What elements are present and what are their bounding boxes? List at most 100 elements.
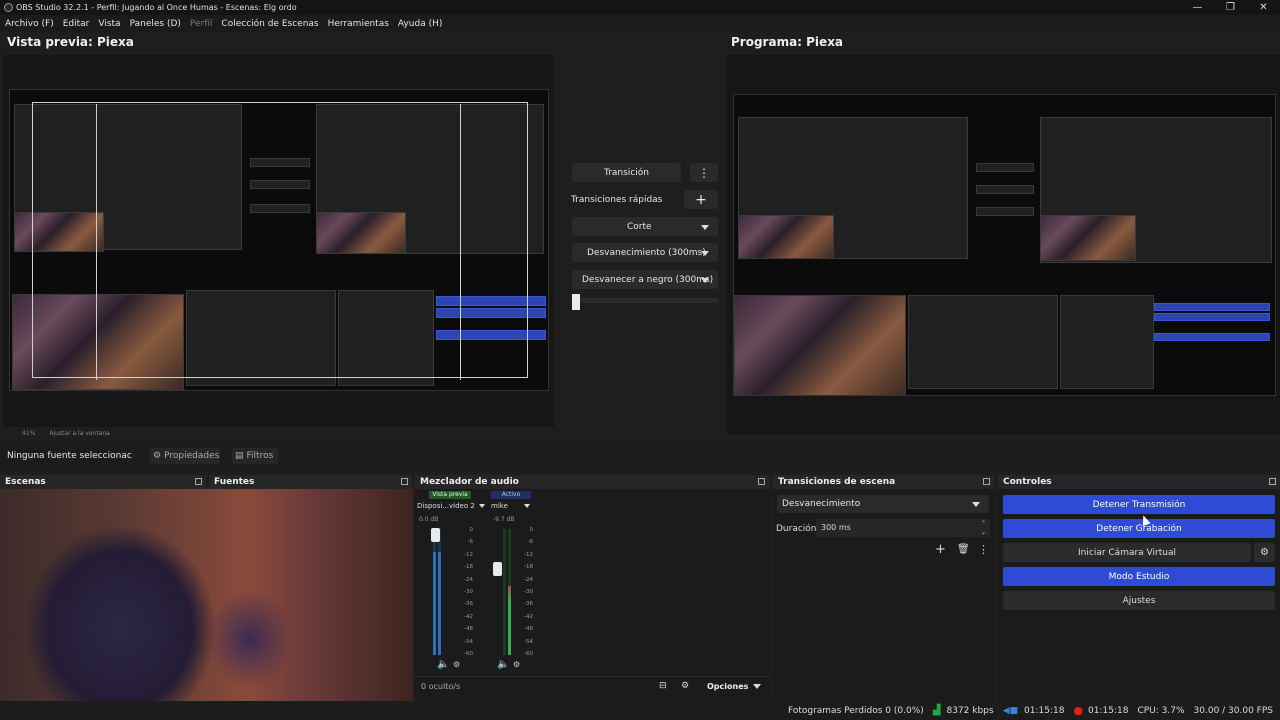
webcam-overlay [0, 489, 413, 720]
menu-paneles[interactable]: Paneles (D) [130, 19, 181, 29]
channel-settings-icon-0[interactable]: ⚙ [453, 660, 460, 669]
spin-arrows-icon[interactable]: ⌃ ⌄ [981, 519, 986, 537]
meter-scale-tick: -12 [524, 551, 533, 558]
duration-input[interactable]: 300 ms ⌃ ⌄ [816, 519, 990, 537]
meter-1a [503, 529, 506, 655]
meter-scale-tick: -24 [524, 576, 533, 583]
quick-transition-fade[interactable]: Desvanecimiento (300ms) [572, 243, 718, 262]
dock-float-icon[interactable] [401, 478, 408, 485]
meter-scale-tick: -30 [524, 589, 533, 595]
meter-scale-tick: 0 [469, 527, 474, 533]
menu-perfil[interactable]: Perfil [190, 19, 213, 29]
scenes-dock-header: Escenas [0, 475, 206, 489]
close-button[interactable]: ✕ [1247, 0, 1280, 15]
dock-float-icon[interactable] [1269, 478, 1276, 485]
dropped-frames: Fotogramas Perdidos 0 (0.0%) [787, 705, 924, 716]
meter-scale-tick: -6 [527, 539, 533, 546]
mixer-dock: Vista previa Activo Disposi...video 2 mi… [415, 489, 769, 701]
menu-editar[interactable]: Editar [63, 19, 90, 29]
level-0a [433, 551, 436, 655]
transition-button[interactable]: Transición [572, 163, 681, 182]
properties-button[interactable]: ⚙ Propiedades [150, 448, 220, 464]
chevron-down-icon [478, 504, 485, 508]
bitrate-status: ▟ 8372 kbps [932, 705, 994, 716]
quick-transition-fade-black[interactable]: Desvanecer a negro (300ms) [572, 270, 718, 289]
filter-icon: ▤ [235, 451, 244, 461]
dock-float-icon[interactable] [983, 478, 990, 485]
virtual-cam-settings-icon[interactable]: ⚙ [1254, 543, 1275, 562]
meter-scale-tick: -36 [464, 601, 473, 608]
obs-logo-icon [4, 3, 13, 12]
record-icon: ● [1073, 704, 1084, 717]
chevron-down-icon [753, 684, 762, 689]
more-options-icon[interactable]: ⋮ [978, 543, 989, 556]
fps-counter: 30.00 / 30.00 FPS [1193, 705, 1273, 716]
channel-name-0[interactable]: Disposi...video 2 [417, 502, 485, 510]
mute-icon-0[interactable]: 🔈 [437, 659, 449, 670]
meter-scale-tick: -42 [464, 613, 473, 620]
add-transition-icon[interactable]: + [935, 542, 946, 557]
dock-float-icon[interactable] [195, 478, 202, 485]
menu-coleccion-escenas[interactable]: Colección de Escenas [221, 19, 318, 29]
title-bar: OBS Studio 32.2.1 - Perfil: Jugando al O… [0, 0, 1280, 15]
program-image [733, 94, 1276, 396]
quick-transition-corte[interactable]: Corte [572, 217, 718, 236]
preview-tag: Vista previa [429, 491, 471, 499]
stop-recording-button[interactable]: Detener Grabación [1003, 519, 1275, 538]
active-tag: Activo [491, 491, 531, 499]
transition-menu-icon[interactable]: ⋮ [690, 163, 718, 182]
status-bar: Fotogramas Perdidos 0 (0.0%) ▟ 8372 kbps… [0, 701, 1280, 720]
add-quick-transition-icon[interactable]: + [684, 190, 718, 209]
level-0b [438, 551, 441, 655]
meter-scale-tick: 0 [529, 527, 534, 533]
meter-scale-tick: -48 [524, 626, 533, 633]
stream-time: ◀■ 01:15:18 [1002, 705, 1065, 716]
fit-to-window[interactable]: Ajustar a la ventana [49, 430, 110, 437]
stop-stream-button[interactable]: Detener Transmisión [1003, 495, 1275, 514]
settings-button[interactable]: Ajustes [1003, 591, 1275, 610]
chevron-down-icon [701, 250, 709, 256]
volume-fader-1[interactable] [493, 562, 502, 577]
channel-settings-icon-1[interactable]: ⚙ [513, 660, 520, 669]
transition-select[interactable]: Desvanecimiento [777, 495, 989, 513]
zoom-level[interactable]: 41% [22, 430, 35, 437]
channel-name-1[interactable]: mike [491, 502, 531, 510]
program-title: Programa: Piexa [731, 35, 844, 49]
menu-archivo[interactable]: Archivo (F) [5, 19, 54, 29]
menu-herramientas[interactable]: Herramientas [328, 19, 389, 29]
chevron-down-icon [523, 504, 530, 508]
mixer-settings-icon[interactable]: ⚙ [681, 681, 689, 691]
meter-scale-tick: -6 [467, 539, 473, 546]
meter-scale-tick: -42 [524, 613, 533, 620]
start-virtual-cam-button[interactable]: Iniciar Cámara Virtual [1003, 543, 1251, 562]
chevron-down-icon [701, 224, 709, 230]
filters-button[interactable]: ▤ Filtros [232, 448, 278, 464]
meter-scale-tick: -60 [464, 651, 473, 657]
studio-mode-button[interactable]: Modo Estudio [1003, 567, 1275, 586]
volume-fader-0[interactable] [431, 528, 440, 543]
chevron-down-icon [701, 277, 709, 283]
preview-title: Vista previa: Piexa [7, 35, 134, 49]
trash-icon[interactable]: 🗑 [957, 544, 970, 555]
no-source-label: Ninguna fuente seleccionac [7, 451, 132, 461]
record-time: ● 01:15:18 [1073, 704, 1129, 717]
menu-ayuda[interactable]: Ayuda (H) [398, 19, 442, 29]
controls-dock-header: Controles [998, 475, 1280, 489]
transition-tbar-handle[interactable] [572, 294, 580, 310]
preview-canvas[interactable] [3, 55, 554, 427]
channel-db-1: -9.7 dB [493, 516, 515, 523]
mixer-options-button[interactable]: Opciones [707, 682, 762, 691]
mixer-layout-icon[interactable]: ⊟ [659, 681, 667, 691]
gear-icon: ⚙ [153, 451, 162, 461]
dock-float-icon[interactable] [758, 478, 765, 485]
minimize-button[interactable]: — [1181, 0, 1214, 15]
meter-scale-tick: -54 [524, 638, 533, 645]
menu-vista[interactable]: Vista [98, 19, 120, 29]
transition-tbar-track[interactable] [572, 298, 718, 303]
maximize-button[interactable]: ❐ [1214, 0, 1247, 15]
mixer-dock-header: Mezclador de audio [415, 475, 769, 489]
meter-scale-tick: -24 [464, 576, 473, 583]
transitions-dock: Desvanecimiento Duración 300 ms ⌃ ⌄ + 🗑 ⋮ [773, 489, 994, 701]
mute-icon-1[interactable]: 🔈 [497, 659, 509, 670]
cpu-usage: CPU: 3.7% [1137, 705, 1185, 716]
